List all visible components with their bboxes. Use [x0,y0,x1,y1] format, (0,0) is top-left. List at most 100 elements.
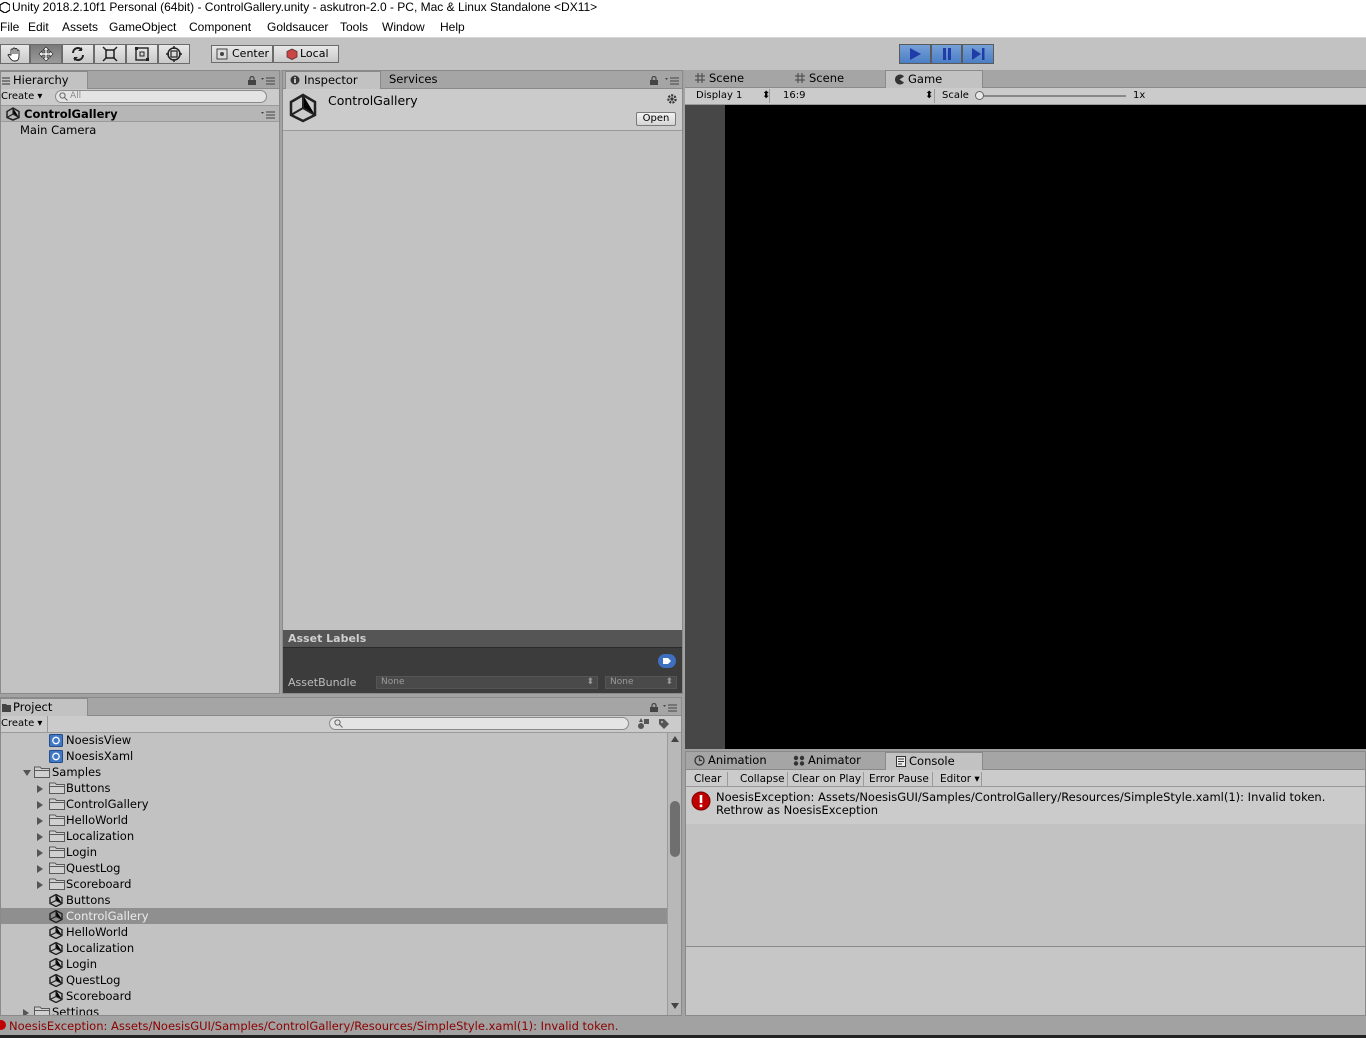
filter-type-icon[interactable] [637,718,650,730]
tab-console[interactable]: Console [885,752,983,770]
hand-tool-button[interactable] [0,44,30,64]
menu-tools[interactable]: Tools [340,20,368,34]
script-icon [49,734,63,747]
console-log-entry[interactable]: NoesisException: Assets/NoesisGUI/Sample… [686,787,1365,824]
tab-hierarchy[interactable]: Hierarchy [0,71,88,89]
scale-slider-handle[interactable] [975,91,984,100]
label-tag-icon[interactable] [658,654,676,668]
hand-icon [7,47,20,62]
menu-window[interactable]: Window [382,20,425,34]
status-bar[interactable]: NoesisException: Assets/NoesisGUI/Sample… [0,1016,1366,1038]
filter-label-icon[interactable] [658,718,670,730]
expand-arrow-icon[interactable] [37,801,43,809]
asset-bundle-dropdown[interactable]: None ⬍ [376,676,598,689]
pivot-local-toggle[interactable]: Local [273,45,339,63]
expand-arrow-icon[interactable] [37,849,43,857]
list-item[interactable]: Samples [23,764,623,780]
expand-arrow-icon[interactable] [23,1009,29,1015]
list-item[interactable]: Localization [37,828,637,844]
open-button[interactable]: Open [636,112,676,126]
list-item[interactable]: Buttons [37,780,637,796]
list-item[interactable]: HelloWorld [49,924,649,940]
list-item[interactable]: Login [49,956,649,972]
lock-icon[interactable] [650,703,658,712]
list-item[interactable]: ControlGallery [37,796,637,812]
scrollbar-thumb[interactable] [670,801,680,857]
menu-help[interactable]: Help [440,20,465,34]
panel-menu-icon[interactable] [665,77,679,85]
list-item[interactable]: Localization [49,940,649,956]
scale-tool-button[interactable] [94,44,126,64]
tab-scene-1[interactable]: Scene [691,70,786,88]
project-search-input[interactable] [329,717,629,730]
tab-animator[interactable]: Animator [786,752,882,770]
console-clear-on-play-button[interactable]: Clear on Play [788,772,864,786]
list-item[interactable]: QuestLog [49,972,649,988]
list-item-label: QuestLog [66,973,121,987]
expand-arrow-icon[interactable] [37,881,43,889]
menu-assets[interactable]: Assets [62,20,98,34]
menu-edit[interactable]: Edit [28,20,49,34]
list-item[interactable]: Login [37,844,637,860]
expand-arrow-icon[interactable] [37,833,43,841]
list-item[interactable]: Buttons [49,892,649,908]
scroll-down-arrow-icon[interactable] [671,1003,679,1009]
step-button[interactable] [962,44,994,64]
expand-arrow-icon[interactable] [37,865,43,873]
aspect-dropdown[interactable]: 16:9 ⬍ [777,89,935,103]
panel-menu-icon[interactable] [663,704,677,712]
hierarchy-create-button[interactable]: Create ▾ [1,90,42,104]
list-item[interactable]: HelloWorld [37,812,637,828]
menu-goldsaucer[interactable]: Goldsaucer [267,20,328,34]
rect-tool-button[interactable] [126,44,158,64]
expand-arrow-icon[interactable] [23,770,31,776]
panel-menu-icon[interactable] [261,77,275,85]
pivot-center-toggle[interactable]: Center [211,45,273,63]
game-view-render[interactable] [725,105,1366,749]
tab-project[interactable]: Project [0,698,88,716]
hierarchy-search-input[interactable]: All [55,90,267,103]
error-icon [0,1020,6,1030]
lock-icon[interactable] [650,76,658,85]
inspector-tabstrip: Inspector Services [283,71,682,89]
grid-icon [695,73,705,83]
pause-button[interactable] [931,44,962,64]
scene-header[interactable]: ControlGallery [1,106,279,122]
list-item-selected[interactable]: ControlGallery [1,908,667,924]
console-error-pause-button[interactable]: Error Pause [865,772,933,786]
project-create-button[interactable]: Create ▾ [1,717,42,731]
project-scrollbar[interactable] [667,733,681,1015]
expand-arrow-icon[interactable] [37,817,43,825]
transform-tool-button[interactable] [158,44,190,64]
scroll-up-arrow-icon[interactable] [671,736,679,742]
scale-slider-track[interactable] [978,95,1126,97]
list-item[interactable]: Settings [23,1004,623,1015]
move-tool-button[interactable] [30,44,62,64]
menu-file[interactable]: File [0,20,19,34]
play-button[interactable] [899,44,931,64]
rect-icon [135,47,149,61]
tab-services[interactable]: Services [379,71,459,89]
hierarchy-item-main-camera[interactable]: Main Camera [20,122,96,138]
console-clear-button[interactable]: Clear [690,772,728,786]
list-item[interactable]: NoesisView [49,733,649,748]
tab-inspector[interactable]: Inspector [285,71,381,89]
tab-scene-2[interactable]: Scene [791,70,886,88]
asset-bundle-variant-dropdown[interactable]: None ⬍ [605,676,677,689]
gear-icon[interactable] [666,93,678,105]
list-item[interactable]: QuestLog [37,860,637,876]
tab-game[interactable]: Game [885,70,983,88]
list-item[interactable]: Scoreboard [49,988,649,1004]
menu-component[interactable]: Component [189,20,251,34]
console-editor-dropdown[interactable]: Editor ▾ [936,772,982,786]
display-dropdown[interactable]: Display 1 ⬍ [690,89,770,103]
console-collapse-button[interactable]: Collapse [736,772,788,786]
list-item[interactable]: NoesisXaml [49,748,649,764]
expand-arrow-icon[interactable] [37,785,43,793]
tab-animation[interactable]: Animation [688,752,784,770]
rotate-tool-button[interactable] [62,44,94,64]
menu-gameobject[interactable]: GameObject [109,20,176,34]
scene-menu-icon[interactable] [261,111,275,119]
list-item[interactable]: Scoreboard [37,876,637,892]
lock-icon[interactable] [248,76,256,85]
